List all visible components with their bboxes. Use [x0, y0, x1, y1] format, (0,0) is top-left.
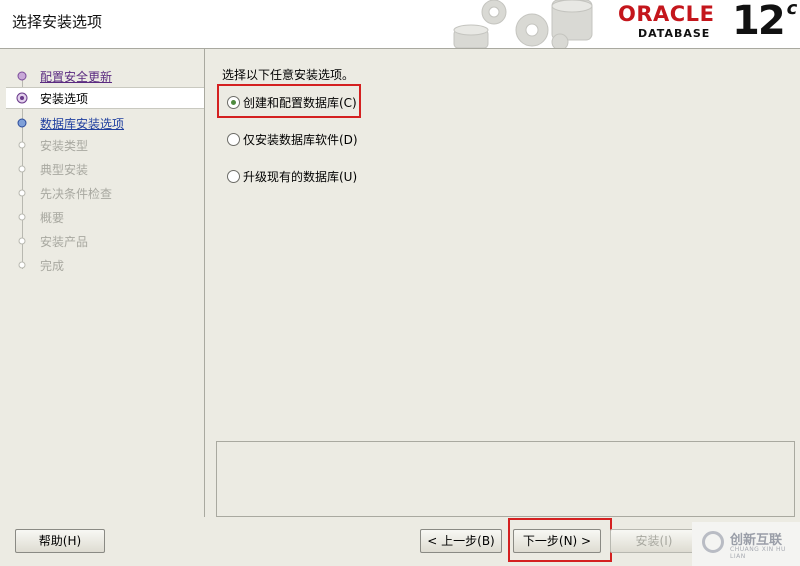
step-label: 先决条件检查 — [40, 187, 113, 201]
step-label: 安装类型 — [40, 139, 89, 153]
page-title: 选择安装选项 — [12, 13, 103, 31]
next-button[interactable]: 下一步(N) > — [513, 529, 601, 553]
step-label: 配置安全更新 — [40, 70, 113, 84]
version-logo: 12 c — [732, 0, 797, 44]
step-prereq-check: 先决条件检查 — [6, 183, 204, 203]
step-label: 完成 — [40, 259, 65, 273]
main-panel: 选择以下任意安装选项。 创建和配置数据库(C) 仅安装数据库软件(D) 升级现有… — [205, 49, 800, 517]
option-label: 仅安装数据库软件(D) — [243, 133, 358, 147]
radio-button-checked[interactable] — [227, 96, 240, 109]
step-label: 典型安装 — [40, 163, 89, 177]
step-security-updates[interactable]: 配置安全更新 — [6, 66, 204, 86]
step-pending-icon — [18, 213, 26, 221]
step-label: 数据库安装选项 — [40, 117, 125, 131]
install-button: 安装(I) — [610, 529, 698, 553]
step-label: 安装产品 — [40, 235, 89, 249]
window-header: 选择安装选项 ORACLE DATABASE 12 c — [0, 0, 800, 49]
step-pending-icon — [18, 237, 26, 245]
message-area — [216, 441, 795, 517]
step-summary: 概要 — [6, 207, 204, 227]
step-pending-icon — [18, 141, 26, 149]
instruction-text: 选择以下任意安装选项。 — [222, 68, 355, 82]
step-pending-icon — [18, 189, 26, 197]
step-done-icon — [17, 71, 27, 81]
step-pending-icon — [18, 165, 26, 173]
step-install-option[interactable]: 安装选项 — [6, 87, 204, 109]
step-install-type: 安装类型 — [6, 135, 204, 155]
watermark-subtext: CHUANG XIN HU LIAN — [730, 546, 786, 560]
step-label: 安装选项 — [40, 92, 89, 106]
gears-graphic-icon — [453, 0, 593, 48]
watermark-logo-icon — [702, 531, 724, 553]
radio-button[interactable] — [227, 133, 240, 146]
step-label: 概要 — [40, 211, 65, 225]
step-db-install-option[interactable]: 数据库安装选项 — [6, 113, 204, 133]
step-current-icon — [16, 92, 28, 104]
radio-button[interactable] — [227, 170, 240, 183]
step-finish: 完成 — [6, 255, 204, 275]
step-typical-install: 典型安装 — [6, 159, 204, 179]
step-pending-icon — [18, 261, 26, 269]
option-label: 升级现有的数据库(U) — [243, 170, 358, 184]
back-button[interactable]: < 上一步(B) — [420, 529, 502, 553]
option-label: 创建和配置数据库(C) — [243, 96, 357, 110]
step-install-product: 安装产品 — [6, 231, 204, 251]
footer-bar: 帮助(H) < 上一步(B) 下一步(N) > 安装(I) — [0, 518, 800, 566]
oracle-logo: ORACLE DATABASE — [618, 2, 715, 40]
steps-sidebar: 配置安全更新 安装选项 数据库安装选项 安装类型 典型安装 先决条件检查 概要 … — [6, 49, 205, 517]
watermark: 创新互联 CHUANG XIN HU LIAN — [692, 522, 800, 566]
help-button[interactable]: 帮助(H) — [15, 529, 105, 553]
step-next-icon — [17, 118, 27, 128]
